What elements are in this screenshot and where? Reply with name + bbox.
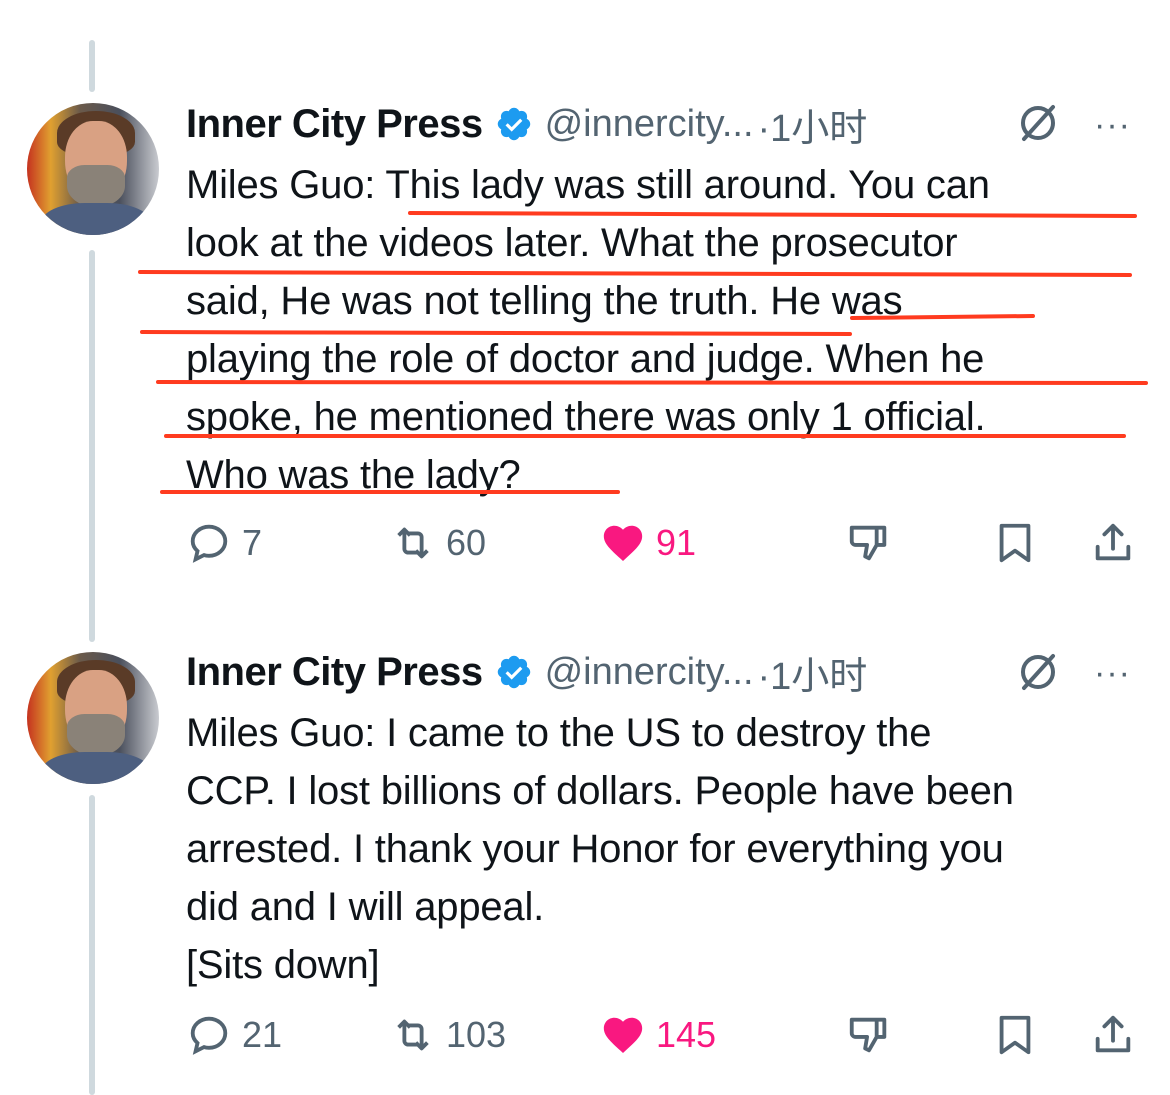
tweet-text: Miles Guo: I came to the US to destroy t… <box>186 704 1146 994</box>
timestamp[interactable]: ·1小时 <box>758 645 868 700</box>
avatar[interactable] <box>27 652 159 784</box>
tweet-header: Inner City Press @innercity... ·1小时 <box>186 645 868 700</box>
reply-icon <box>190 1016 228 1055</box>
dislike-button[interactable] <box>846 1012 892 1058</box>
verified-badge-icon <box>497 655 530 689</box>
reply-count: 21 <box>242 1014 283 1055</box>
repost-count: 103 <box>446 1014 507 1055</box>
bookmark-button[interactable] <box>992 1012 1038 1058</box>
tweet-text-line: Miles Guo: I came to the US to destroy t… <box>186 711 932 755</box>
repost-icon <box>397 1019 429 1051</box>
heart-icon <box>603 1017 643 1054</box>
tweet-actions: 21 103 145 <box>0 1012 1170 1072</box>
author-name[interactable]: Inner City Press <box>186 650 483 695</box>
repost-button[interactable]: 103 <box>390 1012 506 1058</box>
share-icon <box>1095 1015 1131 1053</box>
tweet[interactable]: Inner City Press @innercity... ·1小时 ··· … <box>0 0 1170 1095</box>
like-count: 145 <box>656 1014 717 1055</box>
tweet-text-line: did and I will appeal. <box>186 885 545 929</box>
tweet-text-line: CCP. I lost billions of dollars. People … <box>186 769 1014 813</box>
bookmark-icon <box>999 1015 1031 1055</box>
more-options-icon[interactable]: ··· <box>1094 656 1131 690</box>
like-button[interactable]: 145 <box>600 1012 716 1058</box>
tweet-text-line: arrested. I thank your Honor for everyth… <box>186 827 1004 871</box>
reply-button[interactable]: 21 <box>186 1012 282 1058</box>
thumbs-down-icon <box>849 1017 887 1053</box>
grok-icon[interactable] <box>1016 650 1060 694</box>
author-handle[interactable]: @innercity... <box>545 651 754 694</box>
share-button[interactable] <box>1090 1012 1136 1058</box>
tweet-text-line: [Sits down] <box>186 943 380 987</box>
